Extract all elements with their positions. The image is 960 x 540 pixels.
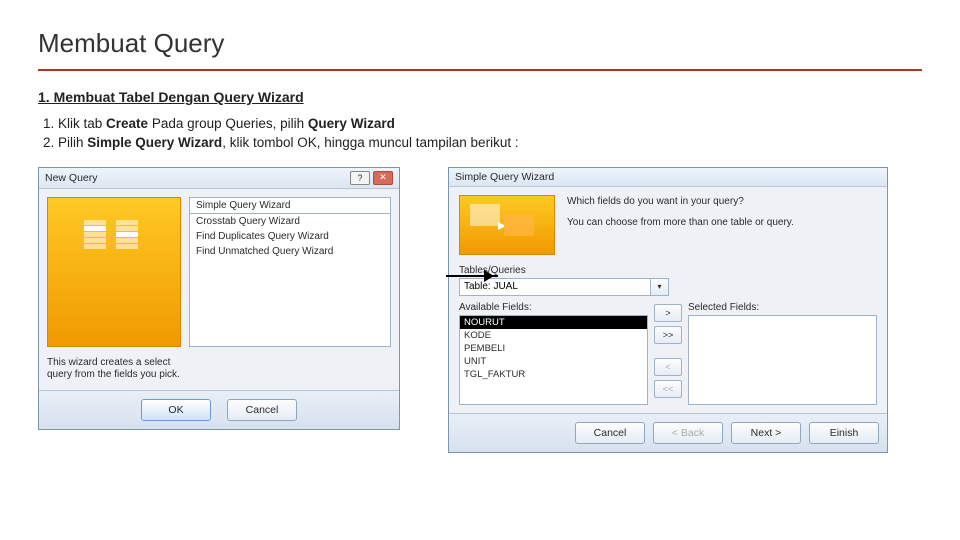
list-item[interactable]: KODE	[460, 329, 647, 342]
list-item[interactable]: Find Duplicates Query Wizard	[190, 229, 390, 244]
divider	[38, 69, 922, 71]
cancel-button[interactable]: Cancel	[227, 399, 297, 421]
tables-queries-label: Tables/Queries	[459, 265, 877, 276]
add-button[interactable]: >	[654, 304, 682, 322]
titlebar: New Query ? ✕	[39, 168, 399, 189]
simple-query-wizard-dialog: Simple Query Wizard Which fields do you …	[448, 167, 888, 453]
cancel-button[interactable]: Cancel	[575, 422, 645, 444]
remove-all-button[interactable]: <<	[654, 380, 682, 398]
list-item[interactable]: PEMBELI	[460, 342, 647, 355]
arrow-icon	[446, 275, 498, 277]
section-subtitle: 1. Membuat Tabel Dengan Query Wizard	[38, 89, 922, 105]
new-query-dialog: New Query ? ✕ Simple Query Wizard	[38, 167, 400, 430]
list-item[interactable]: NOURUT	[460, 316, 647, 329]
list-item[interactable]: Simple Query Wizard	[190, 198, 390, 214]
wizard-type-list[interactable]: Simple Query Wizard Crosstab Query Wizar…	[189, 197, 391, 347]
close-button[interactable]: ✕	[373, 171, 393, 185]
ok-button[interactable]: OK	[141, 399, 211, 421]
step-list: Klik tab Create Pada group Queries, pili…	[38, 115, 922, 153]
page-title: Membuat Query	[38, 28, 922, 59]
available-fields-label: Available Fields:	[459, 302, 648, 313]
selected-fields-list[interactable]	[688, 315, 877, 405]
next-button[interactable]: Next >	[731, 422, 801, 444]
wizard-prompt: Which fields do you want in your query? …	[567, 195, 877, 255]
chevron-down-icon[interactable]: ▾	[651, 278, 669, 296]
list-item[interactable]: TGL_FAKTUR	[460, 368, 647, 381]
list-item[interactable]: UNIT	[460, 355, 647, 368]
list-item[interactable]: Crosstab Query Wizard	[190, 214, 390, 229]
selected-fields-label: Selected Fields:	[688, 302, 877, 313]
help-button[interactable]: ?	[350, 171, 370, 185]
finish-button[interactable]: Einish	[809, 422, 879, 444]
add-all-button[interactable]: >>	[654, 326, 682, 344]
wizard-description: This wizard creates a select query from …	[47, 357, 181, 382]
step-2: Pilih Simple Query Wizard, klik tombol O…	[58, 134, 922, 153]
available-fields-list[interactable]: NOURUT KODE PEMBELI UNIT TGL_FAKTUR	[459, 315, 648, 405]
remove-button[interactable]: <	[654, 358, 682, 376]
back-button[interactable]: < Back	[653, 422, 723, 444]
dialog-title: Simple Query Wizard	[455, 171, 554, 183]
dialog-title: New Query	[45, 172, 98, 184]
wizard-preview-image	[47, 197, 181, 347]
step-1: Klik tab Create Pada group Queries, pili…	[58, 115, 922, 134]
wizard-banner-image	[459, 195, 555, 255]
titlebar: Simple Query Wizard	[449, 168, 887, 187]
list-item[interactable]: Find Unmatched Query Wizard	[190, 244, 390, 259]
